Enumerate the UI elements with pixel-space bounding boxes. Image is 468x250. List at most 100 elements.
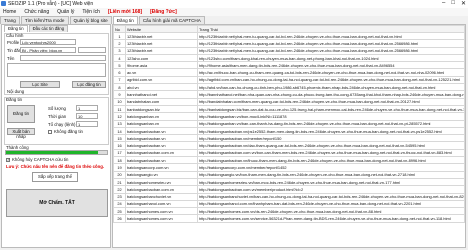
table-row[interactable]: 13 batdongsanban.vn http://batdongsanban.v… bbox=[113, 119, 465, 128]
table-row[interactable]: 7 agribid.com.vn http://agribid.com.vn/ban… bbox=[113, 75, 465, 85]
url-input[interactable] bbox=[20, 55, 106, 61]
row-number: 4 bbox=[113, 53, 126, 63]
column-header-status[interactable]: Trang Thái bbox=[197, 25, 465, 33]
table-row[interactable]: 2 123thiaxblr.net http://123thiaxblr.net/y… bbox=[113, 39, 465, 48]
table-row[interactable]: 16 batdongsanbaoban.vn http://batdongsanba… bbox=[113, 141, 465, 150]
table-row[interactable]: 22 batdongsanbaoban.com.vn http://batdongs… bbox=[113, 185, 465, 194]
filter-site-button[interactable]: Lọc Site bbox=[20, 81, 60, 88]
tab-home[interactable]: Trang bbox=[0, 16, 20, 24]
table-row[interactable]: 4 123sho.com http://123sho.com/tham-dong-k… bbox=[113, 53, 465, 63]
row-number: 21 bbox=[113, 177, 126, 187]
table-row[interactable]: 21 batdongsanhomesrieu.vn http://batdongsa… bbox=[113, 177, 465, 187]
filter-post-button[interactable]: Lọc đăng tin bbox=[72, 81, 106, 88]
column-header-website[interactable]: Website bbox=[125, 25, 198, 33]
results-grid: No Website Trang Thái 1 123thiaxblr.net ht… bbox=[112, 24, 466, 248]
table-row[interactable]: 26 batdongsanhomes.com.vn http://batdongsa… bbox=[113, 214, 465, 223]
category-select[interactable]: Bt - Phân viện: blog.vn bbox=[20, 47, 76, 53]
table-row[interactable]: 24 batdongsanhanoi.com.vn http://batdongsa… bbox=[113, 199, 465, 209]
menu-utilities[interactable]: Tiện ích bbox=[82, 8, 100, 16]
maximize-icon[interactable]: □ bbox=[451, 0, 455, 7]
row-status: http://batdongsanban.vn/bon-moc/Link/Ni=… bbox=[197, 112, 465, 121]
table-row[interactable]: 23 batdongsanbanchuviet.vn http://batdongs… bbox=[113, 192, 465, 201]
row-website: batdongsanbaoban.vn bbox=[125, 134, 198, 143]
tab-captcha[interactable]: Cấu hình giải mã CAPTCHA bbox=[138, 16, 205, 24]
row-website: batdongsanbaoban.vn bbox=[125, 141, 198, 150]
sort-button[interactable]: Sắp xếp trang thể bbox=[32, 172, 78, 182]
main-tabs: Trang Tìm kiếm/Tra mode Quản lý blog sit… bbox=[0, 16, 206, 24]
post-label: Đăng tin bbox=[6, 97, 23, 102]
post-start-button[interactable]: Đăng tin bbox=[7, 105, 35, 123]
tab-post[interactable]: Đăng tin bbox=[112, 16, 138, 24]
row-website: 123sho.com bbox=[125, 53, 198, 63]
row-number: 2 bbox=[113, 39, 126, 48]
row-number: 9 bbox=[113, 90, 126, 99]
table-row[interactable]: 1 123thiaxblr.net http://123thiaxblr.net/y… bbox=[113, 31, 465, 41]
table-row[interactable]: 11 banbatdongsan.biz http://banbatdongsan.… bbox=[113, 104, 465, 114]
row-number: 6 bbox=[113, 68, 126, 77]
row-website: batdongsanhomes.com.vn bbox=[125, 207, 198, 216]
no-post-label: Không đăng tin bbox=[54, 129, 83, 134]
close-icon[interactable]: ✕ bbox=[461, 0, 466, 7]
table-row[interactable]: 6 ac.vn http://ac.vn/thuoc-ban-chung-cu-th… bbox=[113, 68, 465, 77]
menu-manage[interactable]: Quản lý bbox=[57, 8, 74, 16]
row-number: 1 bbox=[113, 31, 126, 41]
count-label: Số lượng bbox=[48, 106, 66, 111]
row-status: http://9home.asia/tham-men-dang-tin-bds-… bbox=[197, 61, 465, 70]
tab-blog-sites[interactable]: Quản lý blog site bbox=[69, 16, 112, 24]
captcha-checkbox[interactable] bbox=[6, 157, 10, 162]
row-number: 24 bbox=[113, 199, 126, 209]
row-website: bandatnhatan.com bbox=[125, 97, 198, 106]
row-number: 10 bbox=[113, 97, 126, 106]
row-status: http://batdongsanbaoban.com.vn/member/pr… bbox=[197, 185, 465, 194]
row-status: http://batdongsanhomes.com.vn/service-56… bbox=[197, 214, 465, 223]
no-post-checkbox[interactable] bbox=[48, 130, 52, 134]
minimize-icon[interactable]: – bbox=[442, 0, 445, 7]
row-status: http://banbatdongsan.biz/ban-can-dat-tu-… bbox=[197, 104, 465, 114]
row-number: 22 bbox=[113, 185, 126, 194]
progress-bar bbox=[5, 150, 108, 155]
tab-search[interactable]: Tìm kiếm/Tra mode bbox=[20, 16, 69, 24]
table-row[interactable]: 8 ahd.vn http://ahd.vn/ban-can-ho-chung-cu… bbox=[113, 83, 465, 92]
profile-select[interactable]: Lốc ventochrs2000 bbox=[20, 39, 76, 45]
row-status: http://batdongsanbaoban.vn/dao-tham-quan… bbox=[197, 141, 465, 150]
window-controls: – □ ✕ bbox=[442, 0, 466, 7]
row-status: http://batdongsanbanchuviet.vn/ban-can-h… bbox=[197, 192, 465, 201]
row-status: http://123thiaxblr.net/yhai-men-tu-quang… bbox=[197, 31, 465, 41]
table-row[interactable]: 14 batdongsanbaoban.vn http://batdongsanba… bbox=[113, 126, 465, 136]
table-row[interactable]: 10 bandatnhatan.com http://bandatnhatan.co… bbox=[113, 97, 465, 106]
delay-input[interactable]: 10 bbox=[76, 113, 98, 119]
row-number: 23 bbox=[113, 192, 126, 201]
menu-contact[interactable]: [Liên mới 168] bbox=[108, 8, 142, 16]
table-row[interactable]: 19 batdongsancorp.com.vn http://batdongsan… bbox=[113, 163, 465, 172]
table-row[interactable]: 3 123thiaxblr.net http://123thiaxblr.net/y… bbox=[113, 46, 465, 55]
table-row[interactable]: 9 bannhathanoi.net http://bannhathanoi.net… bbox=[113, 90, 465, 99]
menu-register[interactable]: [Đăng ?ức] bbox=[150, 8, 177, 16]
table-row[interactable]: 5 9home.asia http://9home.asia/tham-men-da… bbox=[113, 61, 465, 70]
stop-button[interactable]: Mở Chẩm. TẮT bbox=[6, 189, 108, 217]
row-website: batdongsanbaoban.com.vn bbox=[125, 185, 198, 194]
category-extra-select[interactable] bbox=[78, 47, 106, 53]
table-row[interactable]: 12 batdongsanban.vn http://batdongsanban.v… bbox=[113, 112, 465, 121]
thread-input[interactable]: 1 bbox=[76, 121, 98, 127]
tab-post-news[interactable]: Đăng tin bbox=[4, 25, 28, 32]
table-header-row: No Website Trang Thái bbox=[113, 25, 465, 33]
count-input[interactable]: 1 bbox=[76, 105, 98, 111]
table-row[interactable]: 25 batdongsanhomes.com.vn http://batdongsa… bbox=[113, 207, 465, 216]
row-number: 13 bbox=[113, 119, 126, 128]
site-list-box[interactable] bbox=[7, 63, 106, 77]
draft-button[interactable]: Xuất bản nháp bbox=[7, 128, 35, 139]
row-website: batdongsanbaoban.vn bbox=[125, 126, 198, 136]
table-row[interactable]: 20 batdongsangio.vn http://batdongsangio.v… bbox=[113, 170, 465, 179]
row-number: 20 bbox=[113, 170, 126, 179]
table-row[interactable]: 18 batdongsanbaoban.vn http://batdongsanba… bbox=[113, 156, 465, 165]
row-website: batdongsangio.vn bbox=[125, 170, 198, 179]
row-status: http://bannhathanoi.net/ban-nha-quan-can… bbox=[197, 90, 465, 99]
row-status: http://batdongsanhanoi.com.vn/thanhpham-… bbox=[197, 199, 465, 209]
menu-features[interactable]: Chức năng bbox=[24, 8, 49, 16]
tab-posted-list[interactable]: Đầu các tin đăng bbox=[28, 25, 69, 32]
table-row[interactable]: 15 batdongsanbaoban.vn http://batdongsanba… bbox=[113, 134, 465, 143]
column-header-no[interactable]: No bbox=[113, 25, 126, 33]
table-row[interactable]: 17 batdongsanbaoban.com.vn http://batdongs… bbox=[113, 148, 465, 158]
row-status: http://123thiaxblr.net/yhai-men-tu-quang… bbox=[197, 46, 465, 55]
menu-home[interactable]: Home bbox=[3, 8, 16, 16]
